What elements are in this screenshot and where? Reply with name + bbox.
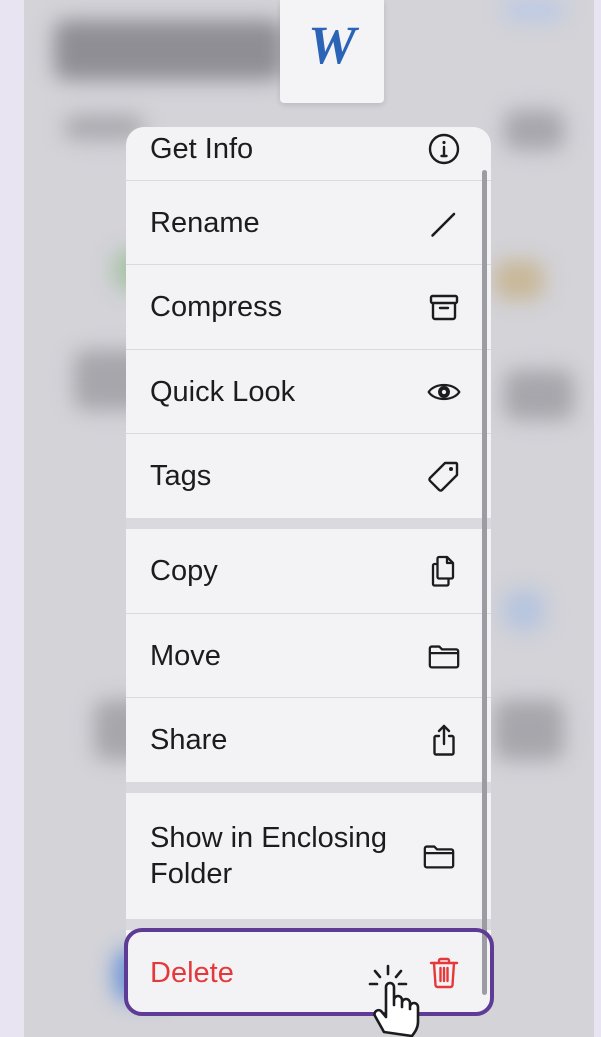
folder-icon: [425, 637, 463, 675]
tag-icon: [425, 457, 463, 495]
menu-group-separator: [126, 518, 491, 529]
document-thumbnail: W: [280, 0, 384, 103]
menu-group-separator: [126, 782, 491, 793]
context-menu: Get Info Rename Compress Quick Look Tags…: [126, 127, 491, 1015]
menu-item-move[interactable]: Move: [126, 614, 491, 698]
menu-item-share[interactable]: Share: [126, 698, 491, 782]
menu-item-label: Quick Look: [150, 375, 296, 408]
menu-scrollbar[interactable]: [482, 170, 487, 995]
word-document-icon: W: [307, 14, 356, 75]
eye-icon: [425, 373, 463, 411]
info-icon: [425, 130, 463, 168]
menu-item-compress[interactable]: Compress: [126, 265, 491, 350]
menu-item-label: Show in Enclosing Folder: [150, 822, 387, 890]
menu-item-quick-look[interactable]: Quick Look: [126, 350, 491, 434]
menu-item-label: Move: [150, 639, 221, 672]
menu-group-separator: [126, 919, 491, 930]
pencil-icon: [425, 204, 463, 242]
menu-item-show-in-enclosing-folder[interactable]: Show in Enclosing Folder: [126, 793, 491, 919]
menu-item-label: Tags: [150, 460, 212, 492]
menu-item-label: Get Info: [150, 132, 254, 165]
menu-item-label: Rename: [150, 206, 260, 239]
tap-hand-cursor-icon: [368, 964, 420, 1037]
archive-icon: [425, 288, 463, 326]
menu-item-label: Share: [150, 724, 228, 756]
menu-item-get-info[interactable]: Get Info: [126, 127, 491, 181]
share-icon: [425, 721, 463, 759]
folder-icon: [420, 837, 458, 875]
menu-item-delete[interactable]: Delete: [126, 930, 491, 1015]
menu-item-tags[interactable]: Tags: [126, 434, 491, 518]
menu-item-rename[interactable]: Rename: [126, 181, 491, 265]
copy-icon: [425, 552, 463, 590]
menu-item-copy[interactable]: Copy: [126, 529, 491, 614]
menu-item-label: Copy: [150, 555, 218, 587]
menu-item-label: Compress: [150, 291, 283, 323]
